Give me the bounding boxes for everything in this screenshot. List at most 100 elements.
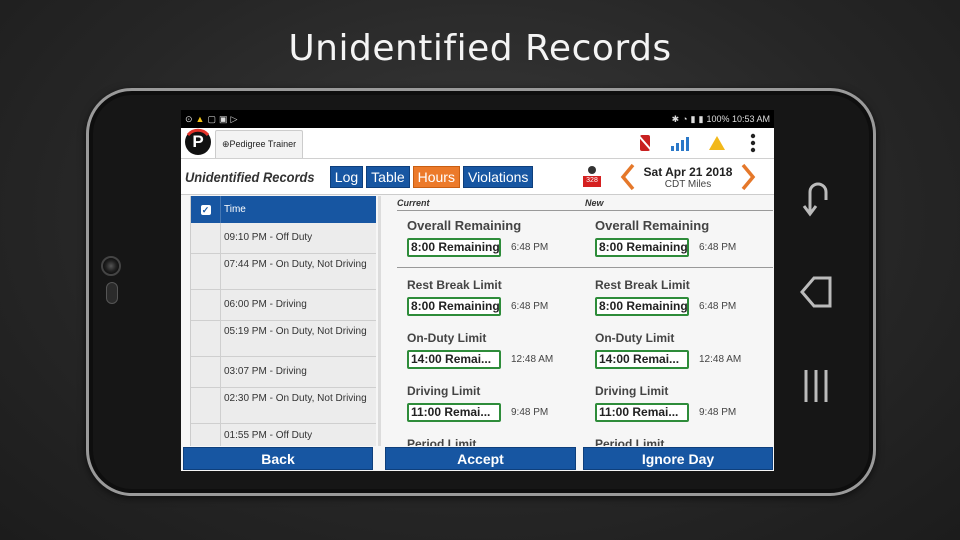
warning-icon[interactable] [706,132,728,154]
section-title: Period Limit [407,437,477,446]
page-title: Unidentified Records [185,168,315,185]
list-item-label: 01:55 PM - Off Duty [224,430,313,441]
date-navigator: Sat Apr 21 2018 CDT Miles [618,162,758,192]
section-title: Period Limit [595,437,665,446]
current-rest-break: Rest Break Limit 8:00 Remaining 6:48 PM [407,278,587,316]
status-bar: ⊙ ▲ ▢ ▣ ▷ ✱ ◔ ▮ ▮ 100% 10:53 AM [181,110,774,128]
list-item[interactable]: 03:07 PM - Driving [191,357,376,388]
current-period: Period Limit [407,437,587,446]
remaining-pill: 14:00 Remai... [595,350,689,369]
date-subtitle: CDT Miles [664,178,712,190]
list-item[interactable]: 09:10 PM - Off Duty [191,223,376,254]
bottom-bar: Back Accept Ignore Day [181,446,774,471]
chevron-left-icon[interactable] [618,162,638,192]
limit-time: 9:48 PM [699,407,737,418]
divider [397,267,773,268]
alert-count: 328 [586,177,598,184]
warning-small-icon: ▲ [195,114,205,124]
battery-icon: ▮ [698,113,704,124]
signal-icon: ▮ [690,113,696,124]
hours-button[interactable]: Hours [412,165,460,188]
divider [397,210,773,211]
back-button[interactable]: Back [183,447,373,470]
current-on-duty: On-Duty Limit 14:00 Remai... 12:48 AM [407,331,587,369]
remaining-pill: 8:00 Remaining [407,297,501,316]
hours-panel: Current New Overall Remaining 8:00 Remai… [393,196,773,446]
limit-time: 6:48 PM [511,242,549,253]
content-area: ✓ Time 09:10 PM - Off Duty 07:44 PM - On… [181,196,774,446]
device-screen: ⊙ ▲ ▢ ▣ ▷ ✱ ◔ ▮ ▮ 100% 10:53 AM P ⊕Pedig… [181,110,774,471]
list-item-label: 07:44 PM - On Duty, Not Driving [224,259,367,270]
chevron-right-icon[interactable] [738,162,758,192]
section-title: Driving Limit [407,384,481,398]
app-logo: P [185,128,211,155]
new-overall-remaining: Overall Remaining 8:00 Remaining 6:48 PM [595,218,773,257]
remaining-pill: 11:00 Remai... [407,403,501,422]
notification-icon: ⊙ [185,113,193,124]
limit-time: 6:48 PM [511,301,549,312]
ignore-day-button[interactable]: Ignore Day [583,447,773,470]
remaining-pill: 8:00 Remaining [595,238,689,257]
new-on-duty: On-Duty Limit 14:00 Remai... 12:48 AM [595,331,773,369]
list-item-label: 03:07 PM - Driving [224,366,307,377]
sensor [106,282,118,304]
list-header[interactable]: ✓ Time [191,196,376,223]
app-bar: P ⊕Pedigree Trainer [181,128,774,159]
list-item[interactable]: 02:30 PM - On Duty, Not Driving [191,388,376,424]
table-button[interactable]: Table [366,165,410,188]
signal-strength-icon [670,132,692,154]
more-vert-icon[interactable] [742,132,764,154]
bluetooth-icon: ✱ [671,113,680,124]
alert-badge[interactable]: 328 [583,165,601,189]
image-icon: ▣ [218,113,228,124]
section-title: On-Duty Limit [407,331,487,345]
slide-title: Unidentified Records [288,28,672,69]
remaining-pill: 8:00 Remaining [595,297,689,316]
records-list: ✓ Time 09:10 PM - Off Duty 07:44 PM - On… [190,196,376,446]
section-title: Driving Limit [595,384,669,398]
toolbar: Unidentified Records Log Table Hours Vio… [181,159,774,195]
section-title: Overall Remaining [407,218,522,233]
camera-icon [101,256,121,276]
status-time: 100% 10:53 AM [706,114,770,124]
list-item[interactable]: 06:00 PM - Driving [191,290,376,321]
list-item-label: 02:30 PM - On Duty, Not Driving [224,393,367,404]
remaining-pill: 14:00 Remai... [407,350,501,369]
list-header-label: Time [224,204,246,215]
remaining-pill: 8:00 Remaining [407,238,501,257]
list-item-label: 06:00 PM - Driving [224,299,307,310]
list-item[interactable]: 07:44 PM - On Duty, Not Driving [191,254,376,290]
new-rest-break: Rest Break Limit 8:00 Remaining 6:48 PM [595,278,773,316]
wifi-icon: ◔ [682,114,688,124]
section-title: Overall Remaining [595,218,710,233]
list-item[interactable]: 05:19 PM - On Duty, Not Driving [191,321,376,357]
list-item[interactable]: 01:55 PM - Off Duty [191,424,376,446]
new-driving: Driving Limit 11:00 Remai... 9:48 PM [595,384,773,422]
section-title: Rest Break Limit [407,278,502,292]
app-tab[interactable]: ⊕Pedigree Trainer [215,130,304,158]
home-icon[interactable] [796,272,836,312]
new-column-label: New [585,198,604,208]
section-title: On-Duty Limit [595,331,675,345]
accept-button[interactable]: Accept [385,447,576,470]
remaining-pill: 11:00 Remai... [595,403,689,422]
no-connection-icon[interactable] [634,132,656,154]
current-driving: Driving Limit 11:00 Remai... 9:48 PM [407,384,587,422]
square-icon: ▢ [207,113,216,124]
log-button[interactable]: Log [329,165,364,188]
play-icon: ▷ [230,113,238,124]
recents-icon[interactable] [796,366,836,406]
list-item-label: 05:19 PM - On Duty, Not Driving [224,326,367,337]
list-item-label: 09:10 PM - Off Duty [224,232,313,243]
limit-time: 9:48 PM [511,407,549,418]
section-title: Rest Break Limit [595,278,690,292]
list-scrollbar[interactable] [378,196,381,446]
checkbox-icon[interactable]: ✓ [200,204,211,215]
current-overall-remaining: Overall Remaining 8:00 Remaining 6:48 PM [407,218,587,257]
back-icon[interactable] [796,178,836,218]
violations-button[interactable]: Violations [462,165,534,188]
current-column-label: Current [397,198,430,208]
new-period: Period Limit [595,437,773,446]
limit-time: 6:48 PM [699,242,737,253]
limit-time: 12:48 AM [511,354,554,365]
